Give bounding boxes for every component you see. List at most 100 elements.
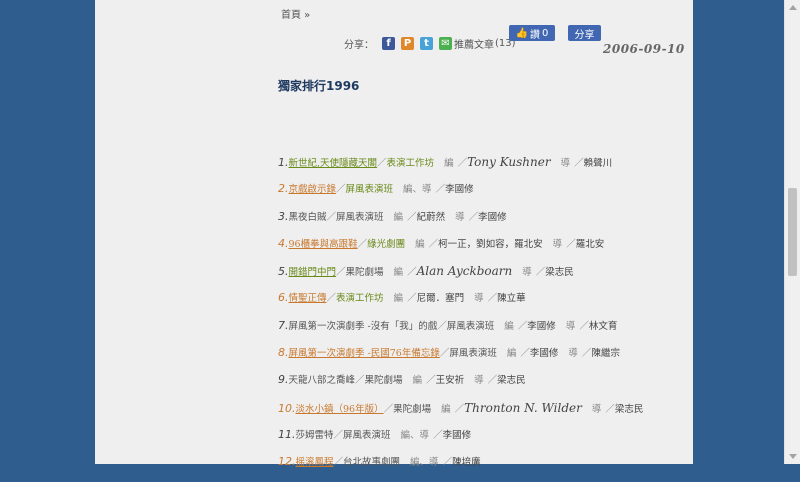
play-title-link[interactable]: 黑夜白賊 [289, 212, 327, 223]
separator: ／ [468, 211, 479, 223]
home-breadcrumb-link[interactable]: 首頁 » [281, 6, 310, 21]
scrollbar-thumb[interactable] [788, 188, 797, 276]
theatre-group-link[interactable]: 屏風表演班 [449, 348, 497, 359]
director-label: 導 [552, 238, 563, 250]
play-title-link[interactable]: 京戲啟示錄 [289, 184, 337, 195]
rank-number: 7. [278, 318, 289, 332]
post-title: 獨家排行1996 [278, 79, 360, 93]
theatre-group-link[interactable]: 屏風表演班 [343, 430, 391, 441]
play-title-link[interactable]: 淡水小鎮（96年版） [296, 404, 384, 415]
play-title-link[interactable]: 新世紀,天使隱藏天閣 [289, 158, 378, 169]
separator: ／ [333, 429, 344, 441]
play-title-link[interactable]: 天龍八部之喬峰 [289, 375, 356, 386]
play-title-link[interactable]: 96櫃拳與高跟鞋 [289, 239, 358, 250]
director-label: 導 [565, 320, 576, 332]
ranking-list-item: 4.96櫃拳與高跟鞋／綠光劇團編／柯一正，劉如容，羅北安導／羅北安 [278, 236, 688, 263]
play-title-link[interactable]: 開錯門中門 [289, 267, 337, 278]
separator: ／ [581, 348, 592, 360]
share-bar: 分享： f P t ✉ 推薦文章 (13) [344, 34, 516, 52]
separator: ／ [407, 267, 417, 279]
share-label: 分享： [344, 39, 374, 51]
director-name: 李國修 [445, 184, 474, 196]
separator: ／ [428, 238, 439, 250]
theatre-group-link[interactable]: 果陀劇場 [393, 404, 431, 415]
separator: ／ [357, 238, 368, 250]
director-label: 導 [474, 375, 484, 387]
facebook-share-button[interactable]: 分享 [568, 25, 601, 41]
rank-number: 1. [278, 156, 289, 169]
separator: ／ [336, 267, 346, 279]
separator: ／ [407, 293, 417, 305]
director-name: 羅北安 [575, 238, 605, 250]
director-label: 導 [568, 348, 578, 360]
mail-recommend-icon[interactable]: ✉ [439, 36, 452, 50]
director-label: 導 [474, 293, 484, 305]
scroll-up-arrow-icon[interactable] [789, 5, 797, 10]
writer-label: 編 [393, 211, 404, 223]
separator: ／ [457, 158, 468, 169]
writer-label: 編 [504, 320, 514, 332]
theatre-group-link[interactable]: 屏風表演班 [447, 321, 495, 332]
theatre-group-link[interactable]: 屏風表演班 [346, 184, 394, 195]
director-name: 陳培廣 [452, 457, 481, 469]
facebook-share-icon[interactable]: f [382, 36, 395, 50]
separator: ／ [439, 348, 450, 360]
separator: ／ [574, 158, 584, 169]
ranking-list-item: 6.情聖正傳／表演工作坊編／尼爾．塞門導／陳立華 [278, 290, 688, 317]
writer-name: Tony Kushner [467, 155, 551, 169]
writer-director-label: 編、導 [410, 457, 439, 469]
separator: ／ [435, 184, 446, 196]
ranking-list: 1.新世紀,天使隱藏天閣／表演工作坊編／Tony Kushner 導／賴聲川 2.京… [278, 154, 688, 482]
separator: ／ [442, 457, 453, 469]
vertical-scrollbar[interactable] [784, 0, 800, 464]
theatre-group-link[interactable]: 表演工作坊 [387, 158, 435, 169]
rank-number: 8. [278, 346, 289, 360]
writer-name: 柯一正，劉如容，羅北安 [438, 238, 543, 250]
director-name: 陳繼宗 [591, 348, 620, 360]
play-title-link[interactable]: 屏風第一次演劇季 -民國76年備忘錄 [289, 348, 440, 359]
director-label: 導 [522, 267, 532, 279]
ranking-list-item: 11.莎姆雷特／屏風表演班 編、導 ／李國修 [278, 427, 688, 454]
play-title-link[interactable]: 屏風第一次演劇季 -沒有「我」的戲 [289, 321, 438, 332]
writer-name: 李國修 [529, 348, 559, 360]
rank-number: 12. [278, 455, 296, 469]
writer-name: Alan Ayckboarn [416, 264, 513, 279]
thumbs-up-icon: 👍 [515, 27, 529, 39]
scroll-down-arrow-icon[interactable] [789, 454, 797, 459]
ranking-list-item: 7.屏風第一次演劇季 -沒有「我」的戲／屏風表演班編／李國修導／林文育 [278, 318, 688, 345]
writer-director-label: 編、導 [403, 184, 432, 196]
separator: ／ [437, 320, 447, 332]
writer-label: 編 [444, 158, 454, 169]
play-title-link[interactable]: 莎姆雷特 [296, 430, 334, 441]
director-label: 導 [455, 211, 465, 223]
separator: ／ [517, 320, 528, 332]
theatre-group-link[interactable]: 屏風表演班 [336, 212, 384, 223]
separator: ／ [377, 158, 387, 169]
theatre-group-link[interactable]: 綠光劇團 [367, 239, 405, 250]
play-title-link[interactable]: 摇滚鳳程 [296, 457, 334, 468]
theatre-group-link[interactable]: 表演工作坊 [336, 293, 384, 304]
ranking-list-item: 2.京戲啟示錄／屏風表演班 編、導 ／李國修 [278, 181, 688, 208]
writer-label: 編 [393, 267, 404, 279]
separator: ／ [333, 457, 344, 469]
plurk-share-icon[interactable]: P [401, 36, 414, 50]
theatre-group-link[interactable]: 果陀劇場 [365, 375, 403, 386]
writer-name: 尼爾．塞門 [416, 293, 465, 305]
facebook-like-button[interactable]: 👍 讚 0 [509, 25, 555, 41]
rank-number: 2. [278, 182, 289, 196]
separator: ／ [407, 211, 417, 223]
rank-number: 5. [278, 265, 289, 279]
director-label: 導 [560, 158, 571, 169]
separator: ／ [326, 211, 337, 223]
theatre-group-link[interactable]: 果陀劇場 [346, 267, 384, 278]
separator: ／ [336, 184, 346, 196]
play-title-link[interactable]: 情聖正傳 [289, 293, 327, 304]
separator: ／ [520, 348, 530, 360]
separator: ／ [566, 238, 576, 250]
separator: ／ [605, 403, 615, 415]
separator: ／ [326, 293, 337, 305]
theatre-group-link[interactable]: 台北故事劇團 [343, 457, 400, 468]
twitter-share-icon[interactable]: t [420, 36, 433, 50]
like-count: 0 [542, 27, 549, 39]
recommend-link[interactable]: 推薦文章 [454, 36, 494, 51]
